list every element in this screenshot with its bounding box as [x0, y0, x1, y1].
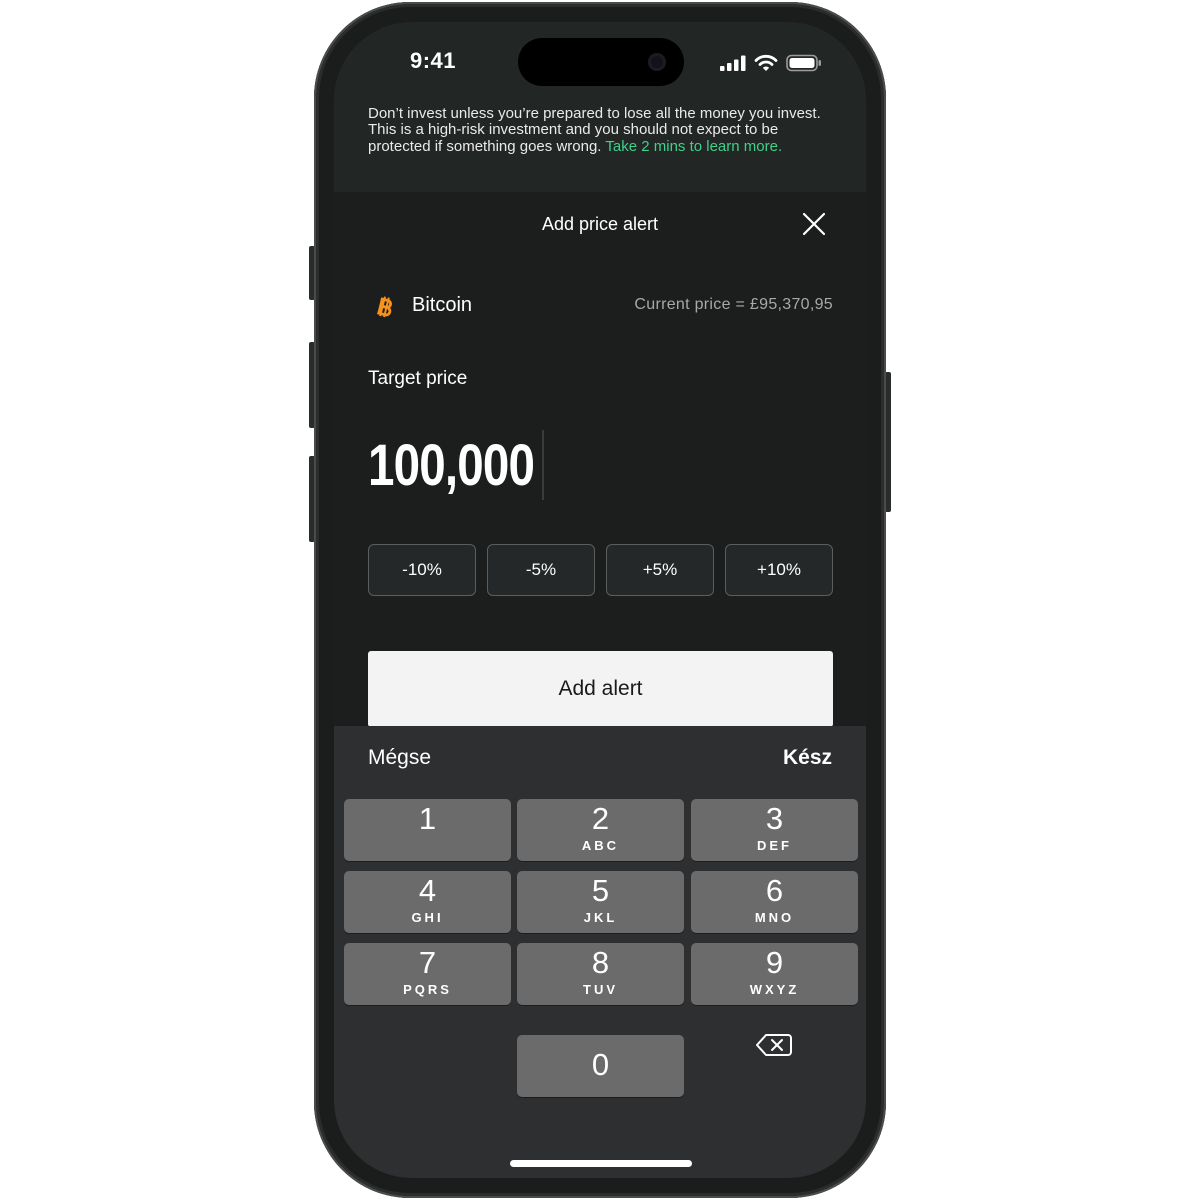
keyboard-cancel-button[interactable]: Mégse — [368, 746, 431, 770]
key-3[interactable]: 3 DEF — [691, 799, 858, 861]
add-alert-button[interactable]: Add alert — [368, 651, 833, 727]
bitcoin-icon — [377, 296, 392, 318]
key-letters: MNO — [754, 910, 795, 925]
numeric-keyboard: Mégse Kész 1 2 ABC 3 DEF 4 GHI 5 JKL 6 M… — [334, 726, 866, 1178]
key-7[interactable]: 7 PQRS — [344, 943, 511, 1005]
text-cursor — [542, 430, 544, 500]
price-alert-sheet: Add price alert Bitcoin Current price = … — [334, 192, 866, 727]
key-digit: 7 — [418, 945, 437, 980]
key-digit: 4 — [418, 873, 437, 908]
key-5[interactable]: 5 JKL — [517, 871, 684, 933]
dynamic-island — [518, 38, 684, 86]
close-icon[interactable] — [800, 210, 828, 238]
key-letters: JKL — [583, 910, 618, 925]
key-letters: GHI — [411, 910, 444, 925]
status-time: 9:41 — [409, 48, 457, 73]
key-letters: ABC — [581, 838, 620, 853]
current-price: Current price = £95,370,95 — [634, 296, 833, 313]
plus-10-percent-button[interactable]: +10% — [725, 544, 833, 596]
home-indicator[interactable] — [510, 1160, 692, 1167]
key-digit: 3 — [765, 801, 784, 836]
backspace-icon[interactable] — [754, 1030, 794, 1060]
target-price-label: Target price — [368, 368, 468, 389]
plus-5-percent-button[interactable]: +5% — [606, 544, 714, 596]
key-digit: 2 — [591, 801, 610, 836]
key-digit: 1 — [418, 801, 437, 836]
key-letters: TUV — [583, 982, 618, 997]
minus-5-percent-button[interactable]: -5% — [487, 544, 595, 596]
learn-more-link[interactable]: Take 2 mins to learn more. — [605, 138, 782, 155]
phone-screen: 9:41 Don’t invest unless you’re prepared… — [334, 22, 866, 1178]
key-6[interactable]: 6 MNO — [691, 871, 858, 933]
front-camera — [648, 53, 666, 71]
key-1[interactable]: 1 — [344, 799, 511, 861]
key-0[interactable]: 0 — [517, 1035, 684, 1097]
risk-warning-text: Don’t invest unless you’re prepared to l… — [368, 105, 828, 155]
key-digit: 5 — [591, 873, 610, 908]
risk-warning-banner: Don’t invest unless you’re prepared to l… — [334, 102, 866, 192]
keyboard-done-button[interactable]: Kész — [783, 746, 832, 770]
key-letters: PQRS — [403, 982, 452, 997]
device-mockup: 9:41 Don’t invest unless you’re prepared… — [0, 0, 1200, 1200]
minus-10-percent-button[interactable]: -10% — [368, 544, 476, 596]
battery-icon — [786, 54, 821, 72]
asset-row: Bitcoin Current price = £95,370,95 — [368, 292, 833, 322]
key-letters: WXYZ — [749, 982, 800, 997]
key-4[interactable]: 4 GHI — [344, 871, 511, 933]
key-digit: 0 — [591, 1047, 610, 1082]
key-digit: 9 — [765, 945, 784, 980]
key-letters: DEF — [757, 838, 792, 853]
key-digit: 8 — [591, 945, 610, 980]
key-8[interactable]: 8 TUV — [517, 943, 684, 1005]
cellular-signal-icon — [720, 55, 746, 71]
key-2[interactable]: 2 ABC — [517, 799, 684, 861]
target-price-input[interactable]: 100,000 — [368, 428, 668, 504]
target-price-value: 100,000 — [368, 433, 535, 498]
sheet-title: Add price alert — [541, 214, 659, 234]
key-digit: 6 — [765, 873, 784, 908]
wifi-icon — [754, 54, 778, 71]
key-9[interactable]: 9 WXYZ — [691, 943, 858, 1005]
status-icons — [720, 52, 822, 74]
percent-adjust-buttons: -10% -5% +5% +10% — [368, 544, 833, 596]
asset-name: Bitcoin — [412, 294, 473, 316]
